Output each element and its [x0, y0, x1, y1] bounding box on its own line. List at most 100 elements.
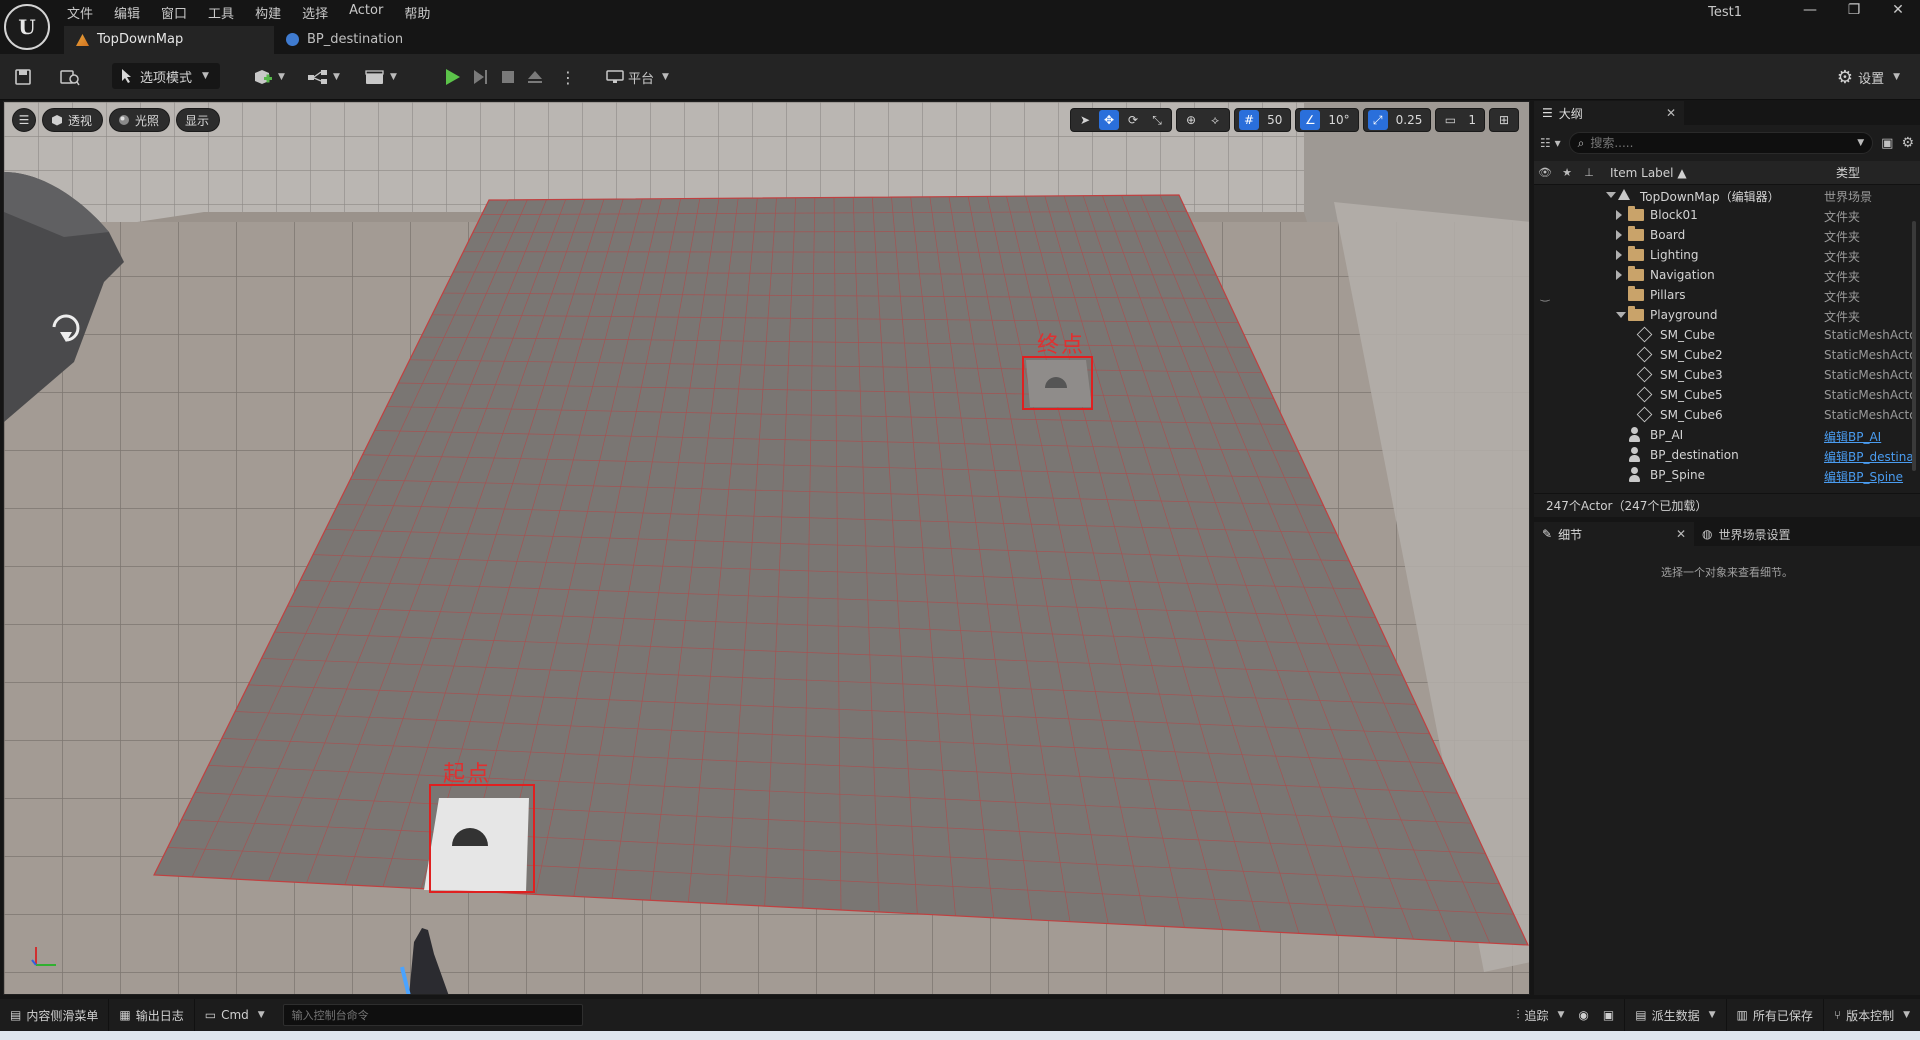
edit-blueprint-link[interactable]: 编辑BP_AI: [1824, 428, 1914, 445]
unreal-logo[interactable]: U: [4, 4, 50, 50]
outliner-row[interactable]: Board 文件夹: [1534, 225, 1920, 245]
blueprint-dropdown[interactable]: ▼: [307, 65, 340, 89]
screenshot-icon[interactable]: ▣: [1593, 999, 1626, 1031]
menu-select[interactable]: 选择: [295, 0, 342, 22]
outliner-row[interactable]: Lighting 文件夹: [1534, 245, 1920, 265]
menu-tools[interactable]: 工具: [201, 0, 248, 22]
lighting-button[interactable]: 光照: [109, 108, 171, 132]
menu-build[interactable]: 构建: [248, 0, 295, 22]
tab-bp-destination[interactable]: BP_destination: [274, 26, 484, 54]
scale-snap-icon[interactable]: ⤢: [1367, 110, 1388, 130]
rotation-snap-value[interactable]: 10°: [1324, 113, 1353, 127]
outliner-row[interactable]: SM_Cube5 StaticMeshActor: [1534, 385, 1920, 405]
chevron-right-icon[interactable]: [1616, 230, 1622, 240]
chevron-right-icon[interactable]: [1616, 210, 1622, 220]
rotation-snap-icon[interactable]: ∠: [1300, 110, 1321, 130]
outliner-row[interactable]: Navigation 文件夹: [1534, 265, 1920, 285]
outliner-tab[interactable]: ☰ 大纲 ✕: [1534, 101, 1684, 125]
surface-snap-icon[interactable]: ⟡: [1205, 110, 1225, 130]
menu-edit[interactable]: 编辑: [107, 0, 154, 22]
save-all-button[interactable]: ▥ 所有已保存: [1727, 999, 1824, 1031]
scale-tool-icon[interactable]: ⤡: [1147, 110, 1167, 130]
move-tool-icon[interactable]: ✥: [1099, 110, 1120, 130]
edit-blueprint-link[interactable]: 编辑BP_Spine: [1824, 468, 1914, 485]
star-icon[interactable]: ★: [1556, 166, 1578, 179]
show-button[interactable]: 显示: [176, 108, 221, 132]
rotate-tool-icon[interactable]: ⟳: [1123, 110, 1143, 130]
eject-button[interactable]: [526, 65, 544, 89]
cinematics-dropdown[interactable]: ▼: [364, 65, 397, 89]
visibility-toggle[interactable]: ‿: [1534, 289, 1556, 302]
outliner-row[interactable]: TopDownMap（编辑器） 世界场景: [1534, 185, 1920, 205]
menu-window[interactable]: 窗口: [154, 0, 201, 22]
details-tab[interactable]: ✎ 细节 ✕: [1534, 522, 1694, 546]
outliner-row[interactable]: BP_Spine 编辑BP_Spine: [1534, 465, 1920, 485]
close-window-button[interactable]: ✕: [1884, 2, 1912, 22]
stop-button[interactable]: [499, 65, 517, 89]
chevron-down-icon[interactable]: [1616, 312, 1626, 318]
outliner-scrollbar[interactable]: [1912, 221, 1916, 471]
play-button[interactable]: [440, 65, 464, 89]
menu-actor[interactable]: Actor: [342, 0, 397, 22]
source-control-dropdown[interactable]: ⑂ 版本控制 ▼: [1824, 999, 1920, 1031]
platform-dropdown[interactable]: 平台 ▼: [606, 65, 669, 89]
filter-icon[interactable]: ☷ ▾: [1540, 136, 1561, 150]
add-actor-dropdown[interactable]: ▼: [252, 65, 285, 89]
advance-frame-button[interactable]: [470, 65, 490, 89]
world-settings-tab[interactable]: ◍ 世界场景设置: [1694, 522, 1799, 546]
column-item-label[interactable]: Item Label ▲: [1610, 166, 1820, 180]
restore-button[interactable]: ❐: [1840, 2, 1868, 22]
add-folder-icon[interactable]: ▣: [1881, 136, 1893, 151]
outliner-row[interactable]: SM_Cube6 StaticMeshActor: [1534, 405, 1920, 425]
grid-snap-group[interactable]: # 50: [1234, 108, 1292, 132]
close-icon[interactable]: ✕: [1666, 106, 1676, 120]
record-icon[interactable]: ◉: [1574, 999, 1592, 1031]
grid-snap-icon[interactable]: #: [1239, 110, 1260, 130]
outliner-search-input[interactable]: [1590, 136, 1848, 150]
grid-snap-value[interactable]: 50: [1263, 113, 1286, 127]
scale-snap-group[interactable]: ⤢ 0.25: [1362, 108, 1432, 132]
console-command-input[interactable]: [282, 1004, 583, 1026]
cmd-dropdown[interactable]: ▭ Cmd ▼: [195, 999, 275, 1031]
chevron-down-icon[interactable]: [1606, 192, 1616, 198]
pin-icon[interactable]: ⊥: [1578, 166, 1600, 179]
outliner-row[interactable]: SM_Cube2 StaticMeshActor: [1534, 345, 1920, 365]
minimize-button[interactable]: —: [1796, 2, 1824, 22]
camera-speed-group[interactable]: ▭ 1: [1435, 108, 1485, 132]
perspective-button[interactable]: 透视: [42, 108, 104, 132]
save-icon[interactable]: [14, 65, 32, 89]
content-drawer-button[interactable]: ▤ 内容侧滑菜单: [0, 999, 110, 1031]
world-space-icon[interactable]: ⊕: [1181, 110, 1201, 130]
layout-group[interactable]: ⊞: [1489, 108, 1519, 132]
menu-help[interactable]: 帮助: [397, 0, 444, 22]
play-options-icon[interactable]: ⋮: [560, 65, 576, 89]
selection-mode-dropdown[interactable]: 选项模式 ▼: [112, 63, 220, 89]
trace-dropdown[interactable]: ⫶ 追踪 ▼: [1506, 999, 1574, 1031]
outliner-row[interactable]: BP_destination 编辑BP_destination: [1534, 445, 1920, 465]
camera-icon[interactable]: ▭: [1440, 110, 1460, 130]
scene-render[interactable]: [4, 102, 1530, 995]
viewport-layout-icon[interactable]: ⊞: [1494, 110, 1514, 130]
viewport-menu-button[interactable]: ☰: [12, 108, 36, 132]
menu-file[interactable]: 文件: [60, 0, 107, 22]
scale-snap-value[interactable]: 0.25: [1392, 113, 1427, 127]
chevron-down-icon[interactable]: ▼: [1857, 138, 1864, 148]
close-icon[interactable]: ✕: [1676, 527, 1686, 541]
gear-icon[interactable]: ⚙: [1901, 135, 1914, 151]
level-viewport[interactable]: 终点 起点 ☰ 透视 光照 显示 ➤ ✥ ⟳ ⤡ ⊕ ⟡ # 50 ∠ 10° …: [3, 101, 1530, 995]
outliner-row[interactable]: SM_Cube3 StaticMeshActor: [1534, 365, 1920, 385]
eye-icon[interactable]: 👁: [1534, 166, 1556, 179]
outliner-row[interactable]: SM_Cube StaticMeshActor: [1534, 325, 1920, 345]
tab-topdownmap[interactable]: TopDownMap: [64, 26, 274, 54]
outliner-row[interactable]: ‿ Pillars 文件夹: [1534, 285, 1920, 305]
chevron-right-icon[interactable]: [1616, 250, 1622, 260]
outliner-row[interactable]: Playground 文件夹: [1534, 305, 1920, 325]
column-type[interactable]: 类型: [1836, 164, 1860, 181]
derived-data-dropdown[interactable]: ▤ 派生数据 ▼: [1625, 999, 1727, 1031]
select-tool-icon[interactable]: ➤: [1075, 110, 1095, 130]
outliner-row[interactable]: BP_AI 编辑BP_AI: [1534, 425, 1920, 445]
settings-dropdown[interactable]: ⚙ 设置 ▼: [1837, 65, 1900, 89]
chevron-right-icon[interactable]: [1616, 270, 1622, 280]
camera-speed-value[interactable]: 1: [1464, 113, 1480, 127]
browse-icon[interactable]: [60, 65, 80, 89]
